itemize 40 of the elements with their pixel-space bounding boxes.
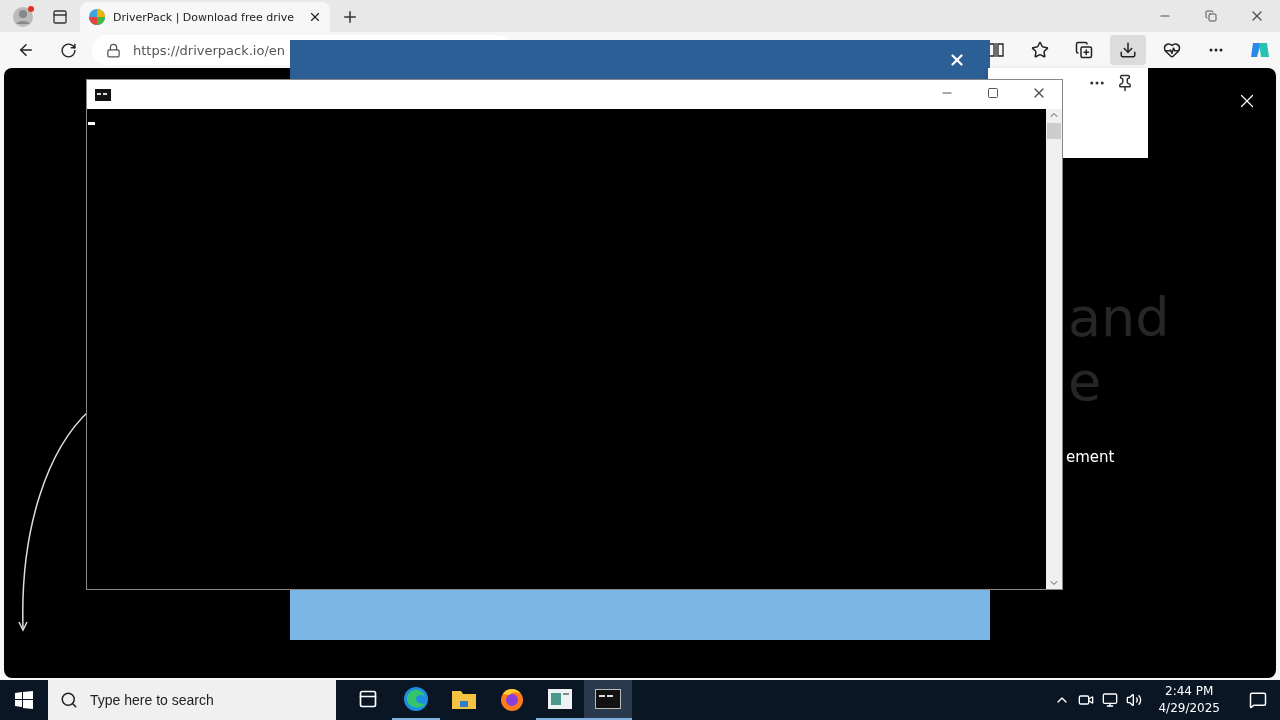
search-field[interactable]: Type here to search xyxy=(90,692,320,708)
firefox-icon xyxy=(499,686,525,712)
camera-icon[interactable] xyxy=(1078,692,1095,708)
url-text: https://driverpack.io/en xyxy=(133,42,286,58)
speech-bubble-icon xyxy=(1249,691,1267,709)
download-icon xyxy=(1119,41,1137,59)
collections-icon xyxy=(1075,41,1093,59)
close-icon[interactable] xyxy=(308,10,322,24)
document-window-icon xyxy=(547,688,573,710)
site-logo-icon xyxy=(88,8,106,26)
task-view-icon xyxy=(358,689,378,709)
search-icon xyxy=(60,691,78,709)
profile-icon xyxy=(12,5,36,29)
edge-icon xyxy=(403,686,429,712)
console-icon xyxy=(95,88,111,101)
lock-icon xyxy=(106,42,121,58)
scrollbar[interactable] xyxy=(1046,109,1062,589)
scrollbar-thumb[interactable] xyxy=(1047,123,1061,139)
search-bar[interactable]: Type here to search xyxy=(48,680,336,720)
volume-icon[interactable] xyxy=(1126,692,1143,708)
folder-icon xyxy=(451,688,477,710)
network-icon[interactable] xyxy=(1102,692,1119,708)
close-icon[interactable] xyxy=(948,51,966,69)
taskbar-app-button[interactable] xyxy=(584,680,632,720)
restore-icon xyxy=(1205,10,1217,22)
refresh-icon xyxy=(59,41,77,59)
more-icon xyxy=(1209,48,1223,52)
windows-logo-icon xyxy=(15,691,33,709)
tab-actions-icon xyxy=(52,9,68,25)
browser-tab[interactable]: DriverPack | Download free drive xyxy=(80,2,330,32)
console-icon xyxy=(595,689,621,709)
plus-icon xyxy=(341,8,359,26)
body-text: ement xyxy=(1066,448,1115,466)
clock[interactable]: 2:44 PM 4/29/2025 xyxy=(1150,683,1228,717)
pin-icon[interactable] xyxy=(1116,74,1134,92)
split-screen-icon xyxy=(988,43,1004,57)
maximize-icon xyxy=(987,87,999,99)
star-icon xyxy=(1031,41,1049,59)
heart-pulse-icon xyxy=(1163,41,1181,59)
downloads-button[interactable] xyxy=(1110,35,1146,65)
